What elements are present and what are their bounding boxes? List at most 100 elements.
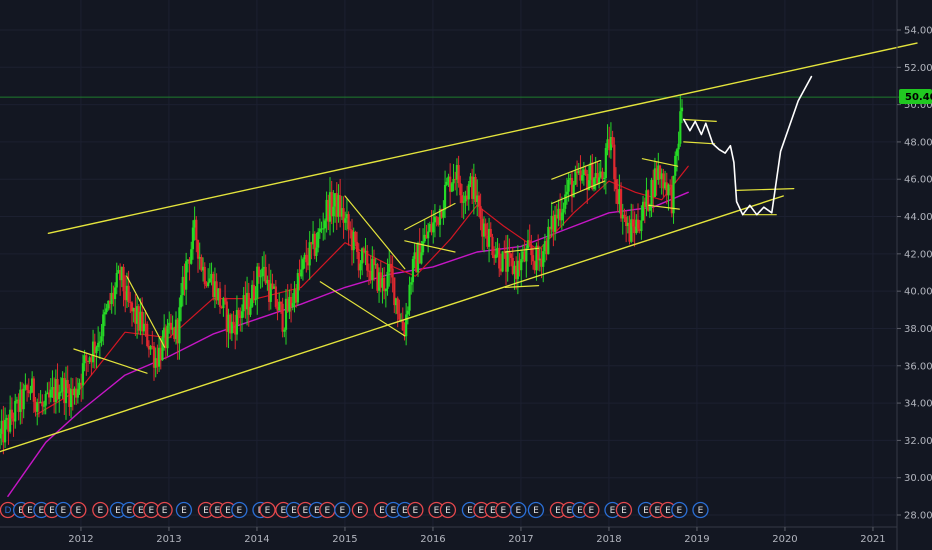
earnings-marker-label: E — [49, 506, 55, 516]
earnings-marker-label: E — [379, 506, 385, 516]
earnings-marker-label: E — [215, 506, 221, 516]
candle-body — [408, 284, 411, 311]
candle-body — [467, 184, 470, 200]
price-tick-label: 46.00 — [904, 175, 932, 186]
candle-body — [547, 226, 550, 255]
earnings-marker-label: E — [643, 506, 649, 516]
candle-body — [457, 165, 460, 184]
earnings-marker[interactable]: E — [259, 501, 276, 519]
time-tick-label: 2013 — [156, 534, 181, 545]
earnings-marker-label: E — [39, 506, 45, 516]
candle-body — [611, 136, 614, 145]
earnings-marker[interactable]: E — [92, 501, 109, 519]
earnings-marker-label: E — [149, 506, 155, 516]
earnings-marker[interactable]: E — [70, 501, 87, 519]
price-tick-label: 28.00 — [904, 511, 932, 522]
time-tick-label: 2014 — [244, 534, 269, 545]
candle-body — [179, 295, 183, 308]
candle-body — [572, 184, 575, 198]
earnings-marker[interactable]: E — [175, 501, 193, 519]
candle-body — [631, 219, 635, 227]
candle-body — [102, 314, 105, 337]
candle-body — [603, 177, 606, 180]
earnings-marker[interactable]: E — [671, 501, 688, 519]
earnings-marker[interactable]: E — [55, 501, 72, 519]
candle-body — [581, 175, 584, 181]
candle-body — [411, 258, 415, 283]
candle-body — [59, 391, 63, 393]
candle-body — [648, 205, 651, 211]
candle-body — [315, 247, 318, 256]
candle-body — [317, 231, 320, 248]
candle-body — [567, 179, 570, 192]
candle-body — [542, 251, 545, 267]
candle-body — [491, 236, 494, 256]
earnings-marker-label: E — [61, 506, 67, 516]
candle-body — [85, 355, 88, 361]
candle-body — [391, 268, 394, 278]
candle-body — [389, 263, 393, 269]
earnings-marker[interactable]: E — [583, 501, 600, 519]
candle-body — [347, 214, 350, 230]
earnings-marker[interactable]: E — [319, 501, 336, 519]
earnings-marker-label: E — [225, 506, 231, 516]
candle-body — [95, 347, 98, 354]
candle-body — [398, 313, 401, 320]
earnings-marker[interactable]: E — [527, 501, 545, 519]
earnings-marker-label: E — [515, 506, 521, 516]
candle-body — [501, 251, 504, 272]
candle-body — [484, 223, 487, 236]
earnings-marker[interactable]: E — [407, 501, 424, 519]
candle-body — [300, 269, 303, 277]
earnings-marker-label: E — [325, 506, 331, 516]
candle-body — [218, 288, 222, 307]
candle-body — [675, 149, 679, 156]
candle-body — [25, 385, 29, 391]
price-tick-label: 32.00 — [904, 436, 932, 447]
candle-body — [386, 271, 389, 289]
candle-body — [203, 266, 206, 285]
earnings-marker-label: E — [555, 506, 561, 516]
earnings-marker[interactable]: E — [351, 501, 369, 519]
candle-body — [613, 144, 616, 180]
earnings-marker[interactable]: E — [439, 501, 457, 519]
earnings-marker-label: E — [467, 506, 473, 516]
candle-body — [679, 111, 682, 144]
earnings-marker-label: E — [303, 506, 309, 516]
earnings-marker[interactable]: E — [231, 501, 248, 519]
earnings-marker[interactable]: E — [510, 501, 527, 519]
earnings-marker[interactable]: E — [334, 501, 351, 519]
candle-body — [584, 169, 587, 174]
candle-body — [240, 311, 244, 319]
earnings-marker-label: E — [501, 506, 507, 516]
chart-background — [0, 0, 932, 550]
candle-body — [427, 231, 430, 239]
candle-body — [127, 285, 130, 302]
candle-body — [494, 254, 497, 259]
earnings-marker-label: E — [677, 506, 683, 516]
price-tick-label: 44.00 — [904, 212, 932, 223]
candle-body — [322, 228, 325, 230]
candle-body — [103, 312, 107, 315]
price-tick-label: 30.00 — [904, 473, 932, 484]
earnings-marker-label: E — [181, 506, 187, 516]
earnings-marker[interactable]: E — [692, 501, 709, 519]
candle-body — [406, 310, 409, 315]
candle-body — [10, 409, 13, 419]
earnings-marker[interactable]: E — [495, 501, 512, 519]
earnings-marker-label: E — [434, 506, 440, 516]
candle-body — [677, 143, 680, 150]
candle-body — [355, 241, 359, 252]
earnings-marker-label: E — [621, 506, 627, 516]
candle-body — [506, 250, 509, 272]
earnings-marker[interactable]: E — [156, 501, 173, 519]
candle-body — [604, 148, 607, 178]
price-chart[interactable]: DEEEEEEEEEEEEEEEEEEEEEEEEEEEEEEEEEEEEEEE… — [0, 0, 932, 550]
candle-body — [296, 273, 299, 303]
earnings-marker[interactable]: E — [615, 501, 633, 519]
candle-body — [565, 191, 569, 195]
earnings-marker-label: E — [698, 506, 704, 516]
candle-body — [254, 298, 257, 301]
candle-body — [29, 392, 32, 394]
earnings-marker-label: E — [138, 506, 144, 516]
